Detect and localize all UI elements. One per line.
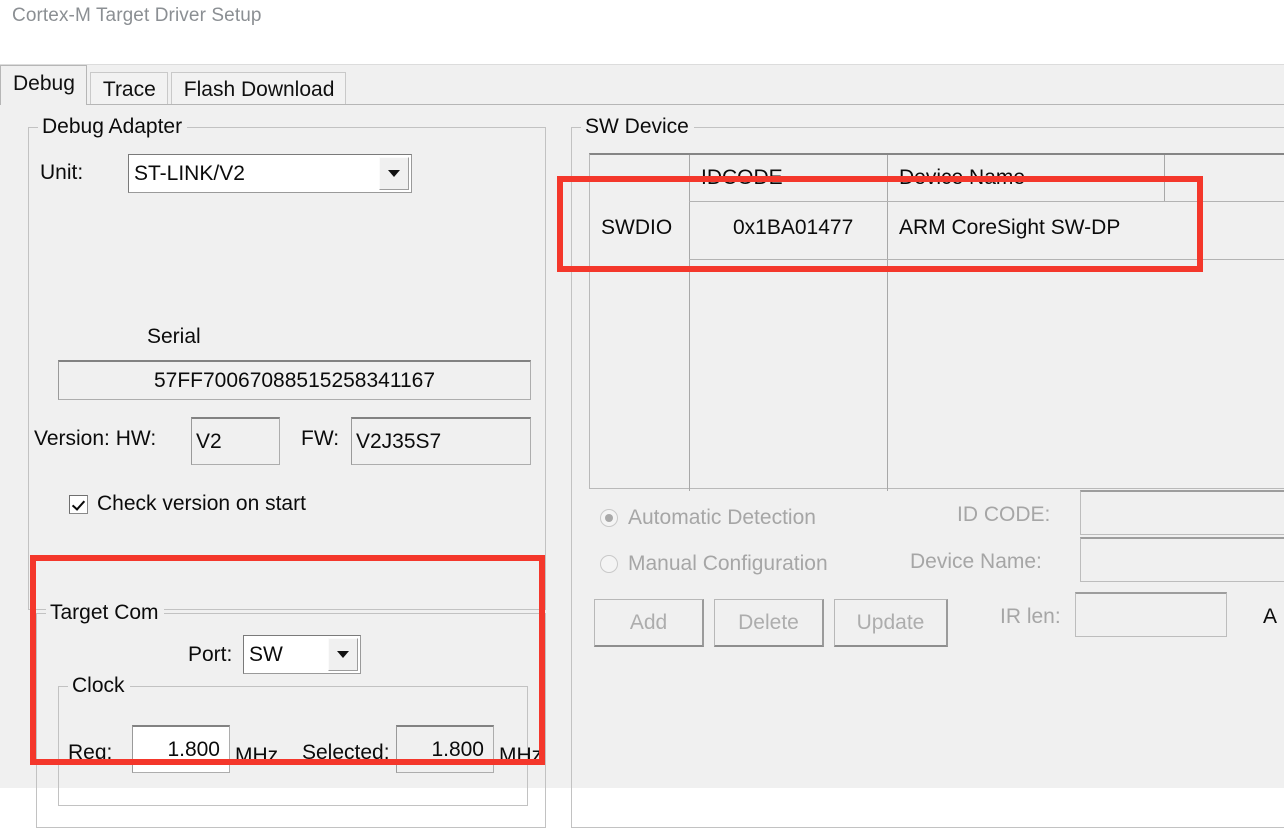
table-row-divider — [689, 259, 1284, 260]
manual-configuration-label: Manual Configuration — [628, 552, 828, 575]
delete-button[interactable]: Delete — [714, 599, 824, 647]
clock-group: Clock Req: 1.800 MHz Selected: 1.800 MHz — [58, 673, 542, 806]
tab-debug[interactable]: Debug — [0, 65, 87, 105]
sw-device-table[interactable]: IDCODE Device Name SWDIO 0x1BA01477 ARM … — [589, 153, 1284, 491]
check-version-on-start-label: Check version on start — [97, 492, 306, 515]
chevron-down-icon[interactable] — [328, 638, 358, 671]
selected-clock-field: 1.800 — [396, 725, 494, 773]
ir-len-label: IR len: — [1000, 605, 1061, 628]
hw-version-field: V2 — [191, 417, 280, 465]
table-column-divider — [1164, 155, 1165, 201]
manual-configuration-radio[interactable]: Manual Configuration — [600, 552, 828, 576]
debug-adapter-group: Debug Adapter Unit: ST-LINK/V2 Serial 57… — [28, 114, 546, 610]
port-label: Port: — [188, 643, 233, 666]
serial-field: 57FF70067088515258341167 — [58, 360, 531, 400]
table-cell-idcode: 0x1BA01477 — [733, 216, 854, 239]
radio-selected-icon — [600, 509, 618, 527]
add-button[interactable]: Add — [594, 599, 704, 647]
req-clock-field[interactable]: 1.800 — [132, 725, 230, 773]
device-name-field[interactable] — [1080, 537, 1284, 582]
clock-group-label: Clock — [68, 673, 130, 699]
sw-device-group: SW Device IDCODE Device Name SWDIO 0x1BA… — [571, 114, 1284, 828]
target-com-group-label: Target Com — [46, 600, 164, 626]
update-button[interactable]: Update — [834, 599, 948, 647]
unit-combo-value: ST-LINK/V2 — [134, 161, 245, 185]
id-code-field[interactable] — [1080, 490, 1284, 535]
tab-page-debug: Debug Adapter Unit: ST-LINK/V2 Serial 57… — [0, 104, 1284, 828]
selected-clock-value: 1.800 — [431, 737, 484, 761]
serial-value: 57FF70067088515258341167 — [153, 368, 436, 392]
table-row-header-swdio: SWDIO — [601, 216, 673, 239]
tab-control: Debug Trace Flash Download Debug Adapter… — [0, 64, 1284, 828]
fw-version-field: V2J35S7 — [351, 417, 531, 465]
selected-label: Selected: — [302, 741, 390, 764]
automatic-detection-label: Automatic Detection — [628, 506, 816, 529]
port-combo-value: SW — [249, 642, 283, 666]
selected-unit-label: MHz — [499, 744, 543, 767]
tab-row: Debug Trace Flash Download — [0, 65, 349, 105]
ir-len-field[interactable] — [1075, 592, 1227, 637]
version-hw-label: Version: HW: — [34, 427, 157, 450]
ap-label-clipped: A — [1263, 605, 1278, 628]
chevron-down-icon[interactable] — [379, 157, 409, 190]
table-header-divider — [689, 201, 1284, 202]
req-unit-label: MHz — [235, 744, 279, 767]
port-combo[interactable]: SW — [243, 635, 361, 674]
serial-label: Serial — [147, 325, 201, 348]
fw-version-value: V2J35S7 — [356, 429, 442, 453]
check-version-on-start-checkbox[interactable]: Check version on start — [69, 492, 306, 516]
table-cell-device-name: ARM CoreSight SW-DP — [899, 216, 1121, 239]
req-label: Req: — [68, 741, 113, 764]
sw-device-group-label: SW Device — [581, 114, 694, 140]
window-title: Cortex-M Target Driver Setup — [12, 5, 262, 26]
hw-version-value: V2 — [196, 429, 222, 453]
unit-combo[interactable]: ST-LINK/V2 — [128, 154, 412, 193]
checkmark-icon — [69, 494, 88, 514]
table-column-divider — [887, 155, 888, 491]
automatic-detection-radio[interactable]: Automatic Detection — [600, 506, 816, 530]
tab-flash-download[interactable]: Flash Download — [170, 72, 347, 105]
table-header-device-name: Device Name — [899, 166, 1026, 189]
target-com-group: Target Com Port: SW Clock Req: 1.800 MHz… — [36, 600, 546, 828]
table-header-idcode: IDCODE — [701, 166, 783, 189]
radio-unselected-icon — [600, 555, 618, 573]
debug-adapter-group-label: Debug Adapter — [38, 114, 188, 140]
fw-label: FW: — [301, 427, 340, 450]
tab-trace[interactable]: Trace — [89, 72, 168, 105]
req-clock-value: 1.800 — [167, 737, 220, 761]
device-name-label: Device Name: — [910, 550, 1042, 573]
unit-label: Unit: — [40, 161, 84, 184]
id-code-label: ID CODE: — [957, 503, 1051, 526]
table-column-divider — [689, 155, 690, 491]
